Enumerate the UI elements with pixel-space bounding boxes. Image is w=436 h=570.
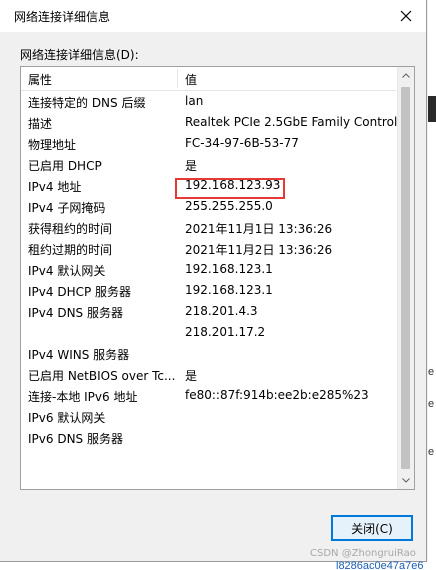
background-dark-bar: [428, 96, 436, 122]
row-value: fe80::87f:914b:ee2b:e285%23: [185, 388, 369, 402]
row-value: 192.168.123.93: [185, 178, 281, 192]
background-bottom-text: l8286ac0e47a7e6: [336, 560, 424, 570]
table-row[interactable]: IPv4 地址 192.168.123.93: [21, 175, 396, 196]
row-property: 连接特定的 DNS 后缀: [28, 96, 146, 110]
screen: e e e 网络连接详细信息 网络连接详细信息(D): 属性 值 连接特定的 D…: [0, 0, 436, 570]
table-row[interactable]: IPv4 DNS 服务器 218.201.4.3: [21, 301, 396, 322]
table-row[interactable]: 已启用 NetBIOS over Tc... 是: [21, 364, 396, 385]
column-header-value[interactable]: 值: [185, 71, 197, 88]
row-property: IPv6 DNS 服务器: [28, 432, 123, 446]
table-row[interactable]: IPv4 DHCP 服务器 192.168.123.1: [21, 280, 396, 301]
table-row[interactable]: 获得租约的时间 2021年11月1日 13:36:26: [21, 217, 396, 238]
row-value: Realtek PCIe 2.5GbE Family Controller: [185, 115, 413, 129]
row-value: 218.201.4.3: [185, 304, 258, 318]
details-label: 网络连接详细信息(D):: [20, 48, 139, 62]
table-row[interactable]: IPv6 默认网关: [21, 406, 396, 427]
table-row[interactable]: IPv6 DNS 服务器: [21, 427, 396, 448]
row-value: 是: [185, 159, 198, 173]
row-property: 连接-本地 IPv6 地址: [28, 390, 138, 404]
table-row[interactable]: 连接-本地 IPv6 地址 fe80::87f:914b:ee2b:e285%23: [21, 385, 396, 406]
row-property: 租约过期的时间: [28, 243, 113, 257]
table-row[interactable]: 连接特定的 DNS 后缀 lan: [21, 91, 396, 112]
row-property: 描述: [28, 117, 53, 131]
close-icon: [400, 10, 412, 22]
chevron-down-icon: [402, 478, 410, 483]
network-details-dialog: 网络连接详细信息 网络连接详细信息(D): 属性 值 连接特定的 DNS 后缀 l…: [0, 0, 427, 562]
close-window-button[interactable]: [394, 4, 418, 28]
row-property: IPv4 WINS 服务器: [28, 348, 130, 362]
row-property: IPv6 默认网关: [28, 411, 106, 425]
column-divider[interactable]: [177, 69, 178, 88]
table-row[interactable]: IPv4 子网掩码 255.255.255.0: [21, 196, 396, 217]
row-property: 获得租约的时间: [28, 222, 113, 236]
table-row[interactable]: 已启用 DHCP 是: [21, 154, 396, 175]
table-row[interactable]: 描述 Realtek PCIe 2.5GbE Family Controller: [21, 112, 413, 133]
row-property: IPv4 DHCP 服务器: [28, 285, 132, 299]
scroll-down-button[interactable]: [398, 472, 414, 489]
close-button[interactable]: 关闭(C): [331, 515, 413, 541]
row-value: 192.168.123.1: [185, 262, 273, 276]
scrollbar-thumb[interactable]: [401, 87, 410, 469]
background-text-fragment: e: [428, 398, 435, 410]
scroll-up-button[interactable]: [398, 67, 414, 84]
row-property: IPv4 DNS 服务器: [28, 306, 123, 320]
vertical-scrollbar[interactable]: [397, 67, 414, 489]
list-header: 属性 值: [21, 67, 396, 91]
row-value: 是: [185, 369, 198, 383]
background-text-fragment: e: [428, 366, 435, 378]
watermark: CSDN @ZhongruiRao: [310, 548, 416, 559]
table-row[interactable]: IPv4 默认网关 192.168.123.1: [21, 259, 396, 280]
row-property: IPv4 默认网关: [28, 264, 106, 278]
list-rows: 连接特定的 DNS 后缀 lan 描述 Realtek PCIe 2.5GbE Fa…: [21, 91, 413, 448]
title-bar[interactable]: 网络连接详细信息: [0, 0, 426, 32]
row-value: 192.168.123.1: [185, 283, 273, 297]
column-header-property[interactable]: 属性: [28, 71, 52, 88]
row-value: 218.201.17.2: [185, 325, 266, 339]
chevron-up-icon: [402, 73, 410, 78]
row-property: 物理地址: [28, 138, 77, 152]
row-property: 已启用 NetBIOS over Tc...: [28, 369, 176, 383]
row-value: 2021年11月2日 13:36:26: [185, 243, 333, 257]
table-row[interactable]: 218.201.17.2: [21, 322, 396, 343]
background-text-fragment: e: [428, 446, 435, 458]
background-window: [428, 0, 436, 570]
window-title: 网络连接详细信息: [14, 10, 111, 24]
table-row[interactable]: 租约过期的时间 2021年11月2日 13:36:26: [21, 238, 396, 259]
row-value: FC-34-97-6B-53-77: [185, 136, 299, 150]
table-row[interactable]: IPv4 WINS 服务器: [21, 343, 396, 364]
table-row[interactable]: 物理地址 FC-34-97-6B-53-77: [21, 133, 396, 154]
row-property: 已启用 DHCP: [28, 159, 102, 173]
row-value: 2021年11月1日 13:36:26: [185, 222, 333, 236]
details-list[interactable]: 属性 值 连接特定的 DNS 后缀 lan 描述 Realtek PCIe 2.5G…: [20, 66, 415, 490]
row-value: lan: [185, 94, 204, 108]
row-value: 255.255.255.0: [185, 199, 273, 213]
row-property: IPv4 地址: [28, 180, 82, 194]
row-property: IPv4 子网掩码: [28, 201, 106, 215]
